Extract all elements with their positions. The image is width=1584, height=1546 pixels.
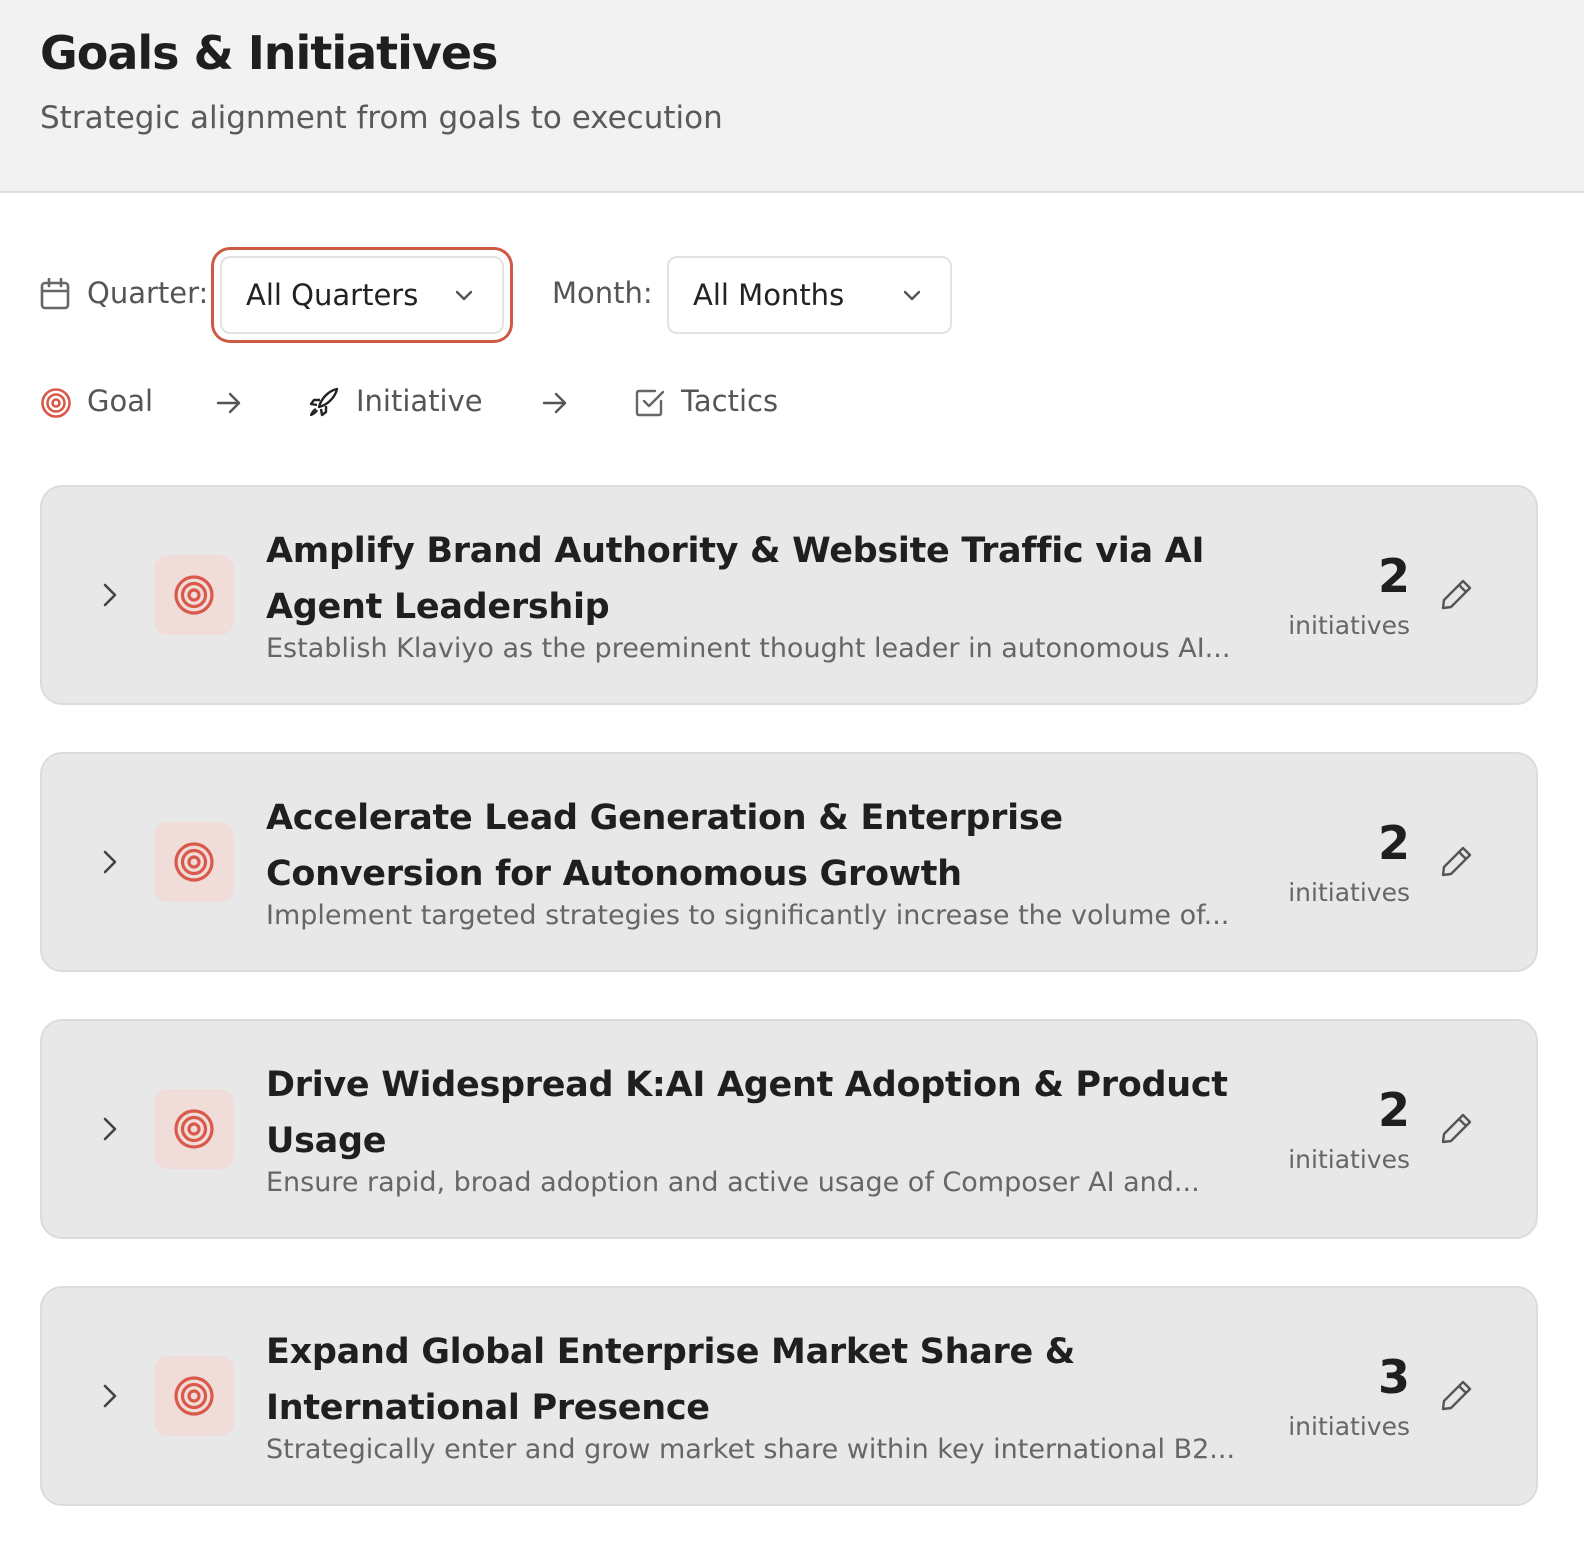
- legend-initiative-label: Initiative: [356, 384, 483, 418]
- goal-card[interactable]: Accelerate Lead Generation & Enterprise …: [40, 752, 1538, 972]
- goal-description: Ensure rapid, broad adoption and active …: [266, 1167, 1200, 1198]
- chevron-right-icon[interactable]: [96, 579, 124, 611]
- chevron-down-icon: [455, 290, 473, 301]
- goal-card[interactable]: Amplify Brand Authority & Website Traffi…: [40, 485, 1538, 705]
- goal-badge: [154, 822, 234, 902]
- goal-title: Drive Widespread K:AI Agent Adoption & P…: [266, 1065, 1228, 1161]
- goal-card[interactable]: Drive Widespread K:AI Agent Adoption & P…: [40, 1019, 1538, 1239]
- pencil-icon[interactable]: [1440, 1111, 1474, 1145]
- page-header: Goals & Initiatives Strategic alignment …: [0, 0, 1584, 193]
- quarter-label: Quarter:: [87, 276, 209, 310]
- quarter-select[interactable]: All Quarters: [220, 256, 504, 334]
- chevron-down-icon: [903, 290, 921, 301]
- initiative-count-label: initiatives: [1288, 878, 1410, 907]
- chevron-right-icon[interactable]: [96, 1113, 124, 1145]
- pencil-icon[interactable]: [1440, 577, 1474, 611]
- initiative-count: 2: [1377, 816, 1410, 870]
- initiative-count: 2: [1377, 549, 1410, 603]
- hierarchy-legend: Goal Initiative Tactics: [40, 382, 940, 426]
- filter-bar: Quarter: All Quarters Month: All Months: [40, 256, 1540, 336]
- initiative-count: 3: [1377, 1350, 1410, 1404]
- goal-title: Amplify Brand Authority & Website Traffi…: [266, 531, 1205, 627]
- initiative-count-label: initiatives: [1288, 1412, 1410, 1441]
- initiative-count: 2: [1377, 1083, 1410, 1137]
- chevron-right-icon[interactable]: [96, 846, 124, 878]
- legend-goal-label: Goal: [87, 384, 154, 418]
- arrow-right-icon: [216, 392, 241, 414]
- month-select-value: All Months: [693, 278, 845, 312]
- initiative-count-label: initiatives: [1288, 1145, 1410, 1174]
- target-icon: [174, 1376, 214, 1416]
- goal-card[interactable]: Expand Global Enterprise Market Share & …: [40, 1286, 1538, 1506]
- page-title: Goals & Initiatives: [40, 26, 498, 80]
- checkbox-icon: [635, 389, 665, 417]
- pencil-icon[interactable]: [1440, 1378, 1474, 1412]
- page-subtitle: Strategic alignment from goals to execut…: [40, 100, 723, 136]
- legend-tactics-label: Tactics: [681, 384, 779, 418]
- goal-badge: [154, 1356, 234, 1436]
- goal-description: Establish Klaviyo as the preeminent thou…: [266, 633, 1231, 664]
- pencil-icon[interactable]: [1440, 844, 1474, 878]
- goal-badge: [154, 1089, 234, 1169]
- initiative-count-label: initiatives: [1288, 611, 1410, 640]
- goal-title: Accelerate Lead Generation & Enterprise …: [266, 798, 1063, 894]
- rocket-icon: [309, 387, 339, 417]
- quarter-select-value: All Quarters: [246, 278, 419, 312]
- target-icon: [174, 842, 214, 882]
- month-label: Month:: [552, 276, 653, 310]
- arrow-right-icon: [542, 392, 567, 414]
- month-select[interactable]: All Months: [667, 256, 952, 334]
- goal-title: Expand Global Enterprise Market Share & …: [266, 1332, 1076, 1428]
- chevron-right-icon[interactable]: [96, 1380, 124, 1412]
- calendar-icon: [40, 278, 70, 310]
- target-icon: [174, 575, 214, 615]
- target-icon: [41, 388, 71, 418]
- goal-description: Implement targeted strategies to signifi…: [266, 900, 1230, 931]
- target-icon: [174, 1109, 214, 1149]
- goal-description: Strategically enter and grow market shar…: [266, 1434, 1236, 1465]
- goal-badge: [154, 555, 234, 635]
